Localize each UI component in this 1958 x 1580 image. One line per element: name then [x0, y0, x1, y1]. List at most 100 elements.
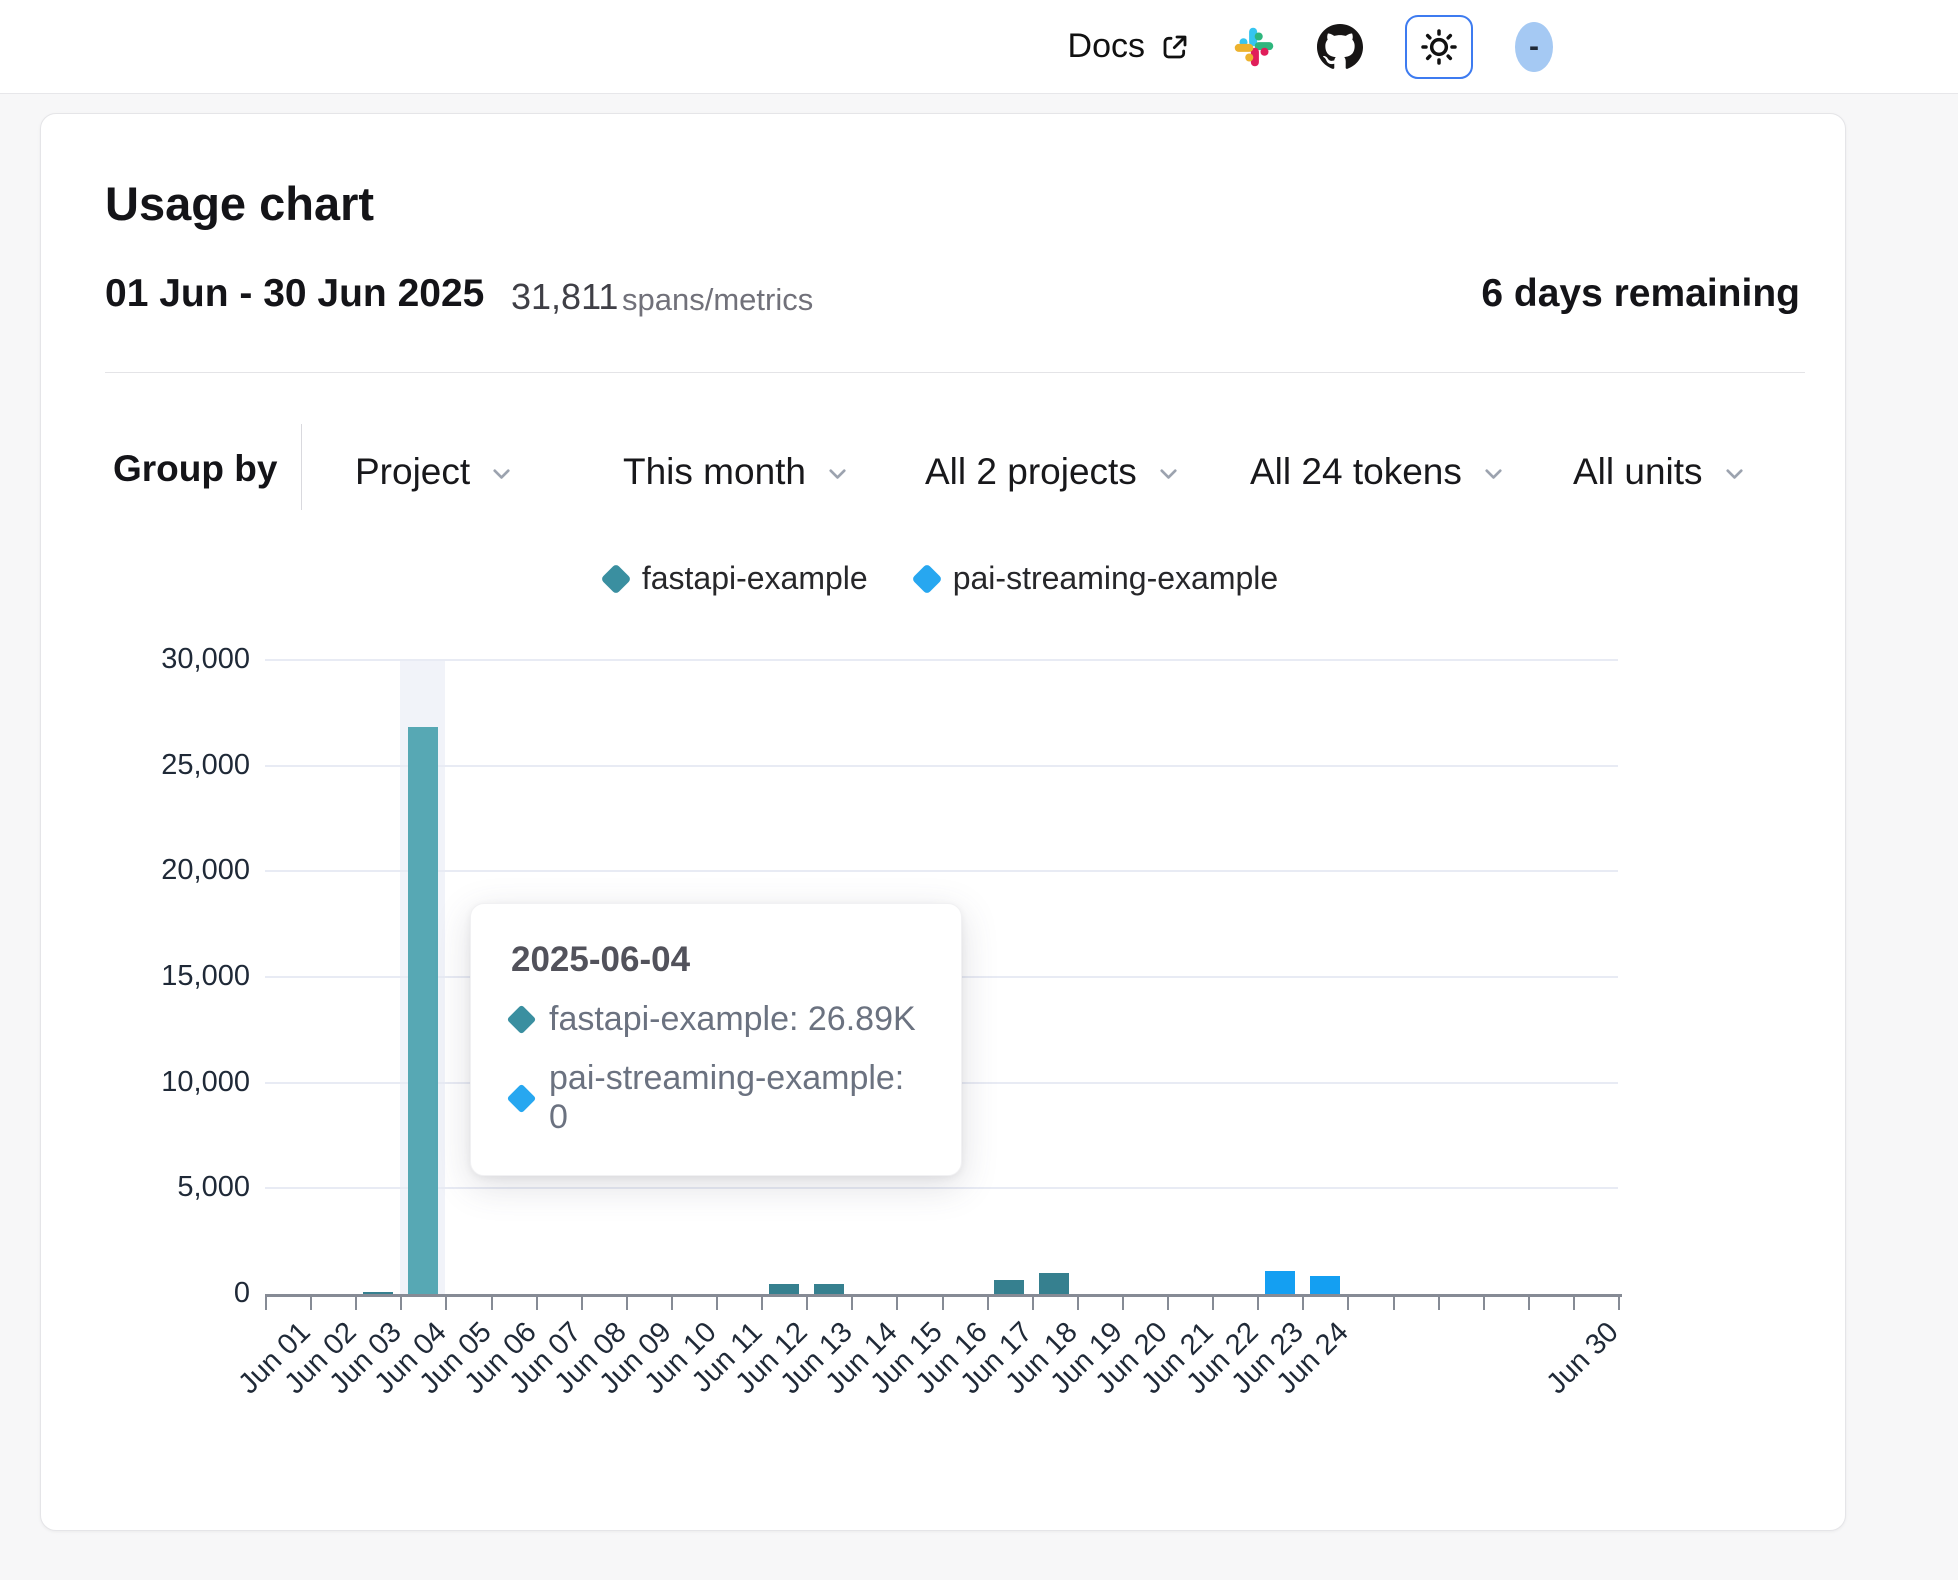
- dropdown-group-by-field[interactable]: Project: [355, 448, 515, 496]
- x-axis-tick: [626, 1297, 628, 1310]
- date-range: 01 Jun - 30 Jun 2025: [105, 272, 484, 316]
- y-axis-label-5000: 5,000: [0, 1171, 250, 1204]
- x-axis-tick: [445, 1297, 447, 1310]
- diamond-icon: [507, 1005, 537, 1035]
- theme-toggle-button[interactable]: [1405, 15, 1473, 79]
- bar-fastapi-example-Jun-18[interactable]: [1039, 1273, 1069, 1295]
- legend-label: fastapi-example: [642, 560, 868, 597]
- dropdown-units-value: All units: [1573, 451, 1703, 493]
- docs-label: Docs: [1068, 27, 1145, 66]
- chart-legend: fastapi-example pai-streaming-example: [265, 560, 1618, 597]
- slack-icon: [1233, 26, 1275, 68]
- x-axis-tick: [536, 1297, 538, 1310]
- docs-link[interactable]: Docs: [1068, 27, 1191, 66]
- x-axis-tick: [761, 1297, 763, 1310]
- diamond-icon: [507, 1083, 537, 1113]
- y-axis-label-20000: 20,000: [0, 854, 250, 887]
- y-axis-label-30000: 30,000: [0, 643, 250, 676]
- gridline-25000: [265, 765, 1618, 767]
- x-axis-tick: [1302, 1297, 1304, 1310]
- x-axis-tick: [942, 1297, 944, 1310]
- x-axis-tick: [1573, 1297, 1575, 1310]
- gridline-30000: [265, 659, 1618, 661]
- x-axis-tick: [1167, 1297, 1169, 1310]
- avatar-label: -: [1529, 30, 1539, 64]
- chevron-down-icon: [488, 454, 515, 496]
- usage-card: [40, 113, 1846, 1531]
- x-axis-tick: [1212, 1297, 1214, 1310]
- days-remaining: 6 days remaining: [1481, 272, 1800, 316]
- x-axis-tick: [400, 1297, 402, 1310]
- top-bar: Docs: [0, 0, 1958, 94]
- x-axis-tick: [806, 1297, 808, 1310]
- y-axis-label-15000: 15,000: [0, 960, 250, 993]
- chevron-down-icon: [1480, 454, 1507, 496]
- x-axis-tick: [1122, 1297, 1124, 1310]
- gridline-20000: [265, 870, 1618, 872]
- x-axis-line: [265, 1294, 1622, 1297]
- tooltip-row-fastapi-example: fastapi-example: 26.89K: [511, 1000, 921, 1039]
- diamond-icon: [911, 563, 942, 594]
- x-axis-tick: [1618, 1297, 1620, 1310]
- x-axis-tick: [1528, 1297, 1530, 1310]
- x-axis-tick: [265, 1297, 267, 1310]
- x-axis-tick: [987, 1297, 989, 1310]
- dropdown-units[interactable]: All units: [1573, 448, 1748, 496]
- x-axis-tick: [310, 1297, 312, 1310]
- tooltip-row-text: pai-streaming-example: 0: [549, 1059, 921, 1137]
- dropdown-projects-value: All 2 projects: [925, 451, 1137, 493]
- dropdown-tokens-value: All 24 tokens: [1250, 451, 1462, 493]
- slack-button[interactable]: [1233, 26, 1275, 68]
- dropdown-projects[interactable]: All 2 projects: [925, 448, 1182, 496]
- diamond-icon: [600, 563, 631, 594]
- x-axis-tick: [355, 1297, 357, 1310]
- dropdown-tokens[interactable]: All 24 tokens: [1250, 448, 1507, 496]
- total-count: 31,811: [511, 276, 618, 318]
- legend-item-fastapi-example[interactable]: fastapi-example: [605, 560, 868, 597]
- x-axis-tick: [1483, 1297, 1485, 1310]
- group-by-label: Group by: [113, 448, 277, 490]
- usage-page: Docs: [0, 0, 1958, 1580]
- header-divider: [105, 372, 1805, 373]
- bar-fastapi-example-Jun-04[interactable]: [408, 727, 438, 1295]
- x-axis-tick: [1032, 1297, 1034, 1310]
- total-unit-label: spans/metrics: [622, 282, 813, 318]
- x-axis-tick: [671, 1297, 673, 1310]
- chevron-down-icon: [824, 454, 851, 496]
- chart-tooltip: 2025-06-04 fastapi-example: 26.89K pai-st…: [470, 903, 962, 1176]
- bar-pai-streaming-example-Jun-23[interactable]: [1265, 1271, 1295, 1295]
- sun-icon: [1419, 27, 1459, 67]
- legend-item-pai-streaming-example[interactable]: pai-streaming-example: [916, 560, 1278, 597]
- tooltip-date: 2025-06-04: [511, 940, 921, 980]
- github-icon: [1317, 24, 1363, 70]
- x-axis-tick: [1347, 1297, 1349, 1310]
- dropdown-time-range[interactable]: This month: [623, 448, 851, 496]
- page-title: Usage chart: [105, 176, 374, 231]
- external-link-icon: [1159, 31, 1191, 63]
- legend-label: pai-streaming-example: [953, 560, 1278, 597]
- x-axis-tick: [1257, 1297, 1259, 1310]
- x-axis-tick: [1077, 1297, 1079, 1310]
- x-axis-tick: [491, 1297, 493, 1310]
- avatar[interactable]: -: [1515, 22, 1553, 72]
- x-axis-tick: [851, 1297, 853, 1310]
- x-axis-tick: [716, 1297, 718, 1310]
- tooltip-row-pai-streaming-example: pai-streaming-example: 0: [511, 1059, 921, 1137]
- x-axis-tick: [581, 1297, 583, 1310]
- y-axis-label-10000: 10,000: [0, 1066, 250, 1099]
- dropdown-time-range-value: This month: [623, 451, 806, 493]
- bar-pai-streaming-example-Jun-24[interactable]: [1310, 1276, 1340, 1295]
- gridline-5000: [265, 1187, 1618, 1189]
- filter-divider: [301, 424, 302, 510]
- dropdown-group-by-field-value: Project: [355, 451, 470, 493]
- y-axis-label-0: 0: [0, 1277, 250, 1310]
- chevron-down-icon: [1721, 454, 1748, 496]
- x-axis-tick: [896, 1297, 898, 1310]
- x-axis-tick: [1393, 1297, 1395, 1310]
- github-button[interactable]: [1317, 24, 1363, 70]
- bar-fastapi-example-Jun-17[interactable]: [994, 1280, 1024, 1295]
- y-axis-label-25000: 25,000: [0, 749, 250, 782]
- x-axis-tick: [1438, 1297, 1440, 1310]
- tooltip-row-text: fastapi-example: 26.89K: [549, 1000, 916, 1039]
- chevron-down-icon: [1155, 454, 1182, 496]
